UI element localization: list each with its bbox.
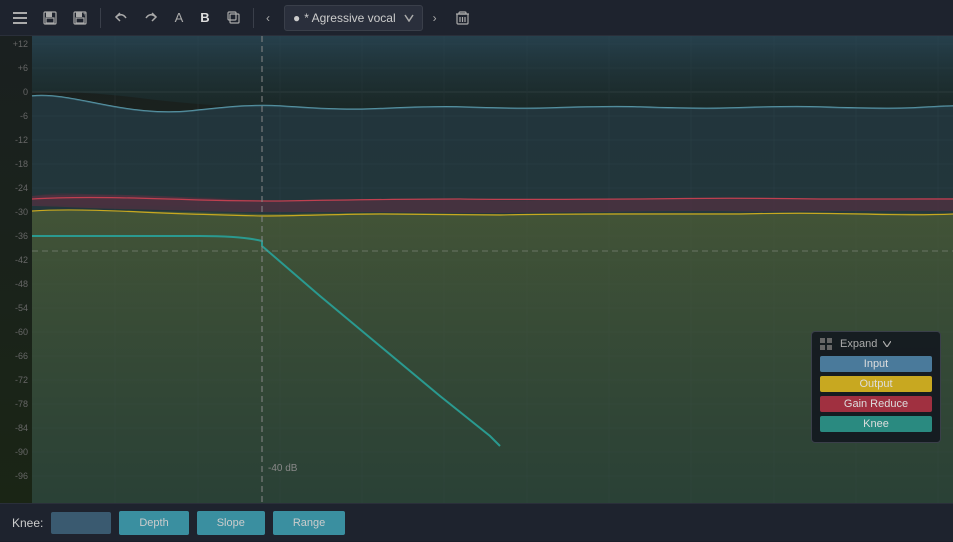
redo-button[interactable] [139, 6, 163, 30]
legend-item-input: Input [820, 356, 932, 372]
save-as-button[interactable]: + [68, 6, 92, 30]
divider-1 [100, 8, 101, 28]
svg-text:-66: -66 [15, 351, 28, 361]
svg-text:-90: -90 [15, 447, 28, 457]
menu-button[interactable] [8, 6, 32, 30]
svg-text:-54: -54 [15, 303, 28, 313]
chevron-down-icon [883, 341, 891, 347]
svg-text:-60: -60 [15, 327, 28, 337]
svg-text:-96: -96 [15, 471, 28, 481]
svg-text:-84: -84 [15, 423, 28, 433]
svg-text:+: + [83, 12, 87, 18]
legend-knee-color: Knee [820, 416, 932, 432]
expand-label: Expand [840, 338, 877, 350]
toolbar: + A B ‹ ● * Agressive vocal › [0, 0, 953, 36]
svg-text:-36: -36 [15, 231, 28, 241]
preset-name: * Agressive vocal [304, 11, 395, 25]
svg-text:-78: -78 [15, 399, 28, 409]
svg-text:-24: -24 [15, 183, 28, 193]
ab-a-button[interactable]: A [169, 6, 189, 30]
legend-gain-reduce-color: Gain Reduce [820, 396, 932, 412]
undo-button[interactable] [109, 6, 133, 30]
legend-panel: Expand Input Output Gain Reduce Knee [811, 331, 941, 443]
copy-button[interactable] [221, 6, 245, 30]
legend-output-color: Output [820, 376, 932, 392]
prev-preset-button[interactable]: ‹ [262, 9, 274, 27]
save-button[interactable] [38, 6, 62, 30]
svg-text:+6: +6 [18, 63, 28, 73]
preset-selector[interactable]: ● * Agressive vocal [284, 5, 423, 31]
next-preset-button[interactable]: › [429, 9, 441, 27]
legend-item-knee: Knee [820, 416, 932, 432]
svg-text:-72: -72 [15, 375, 28, 385]
ab-b-button[interactable]: B [195, 6, 215, 30]
chart-area[interactable]: +12 +6 0 -6 -12 -18 -24 -30 -36 -42 -48 … [0, 36, 953, 503]
svg-text:-6: -6 [20, 111, 28, 121]
svg-text:0: 0 [23, 87, 28, 97]
legend-item-gain-reduce: Gain Reduce [820, 396, 932, 412]
svg-text:-42: -42 [15, 255, 28, 265]
svg-text:-12: -12 [15, 135, 28, 145]
svg-text:-30: -30 [15, 207, 28, 217]
grid-icon [820, 338, 834, 350]
bottom-bar: Knee: Depth Slope Range [0, 503, 953, 541]
legend-item-output: Output [820, 376, 932, 392]
slope-button[interactable]: Slope [197, 511, 265, 535]
svg-text:-18: -18 [15, 159, 28, 169]
knee-value-display[interactable] [51, 512, 111, 534]
delete-preset-button[interactable] [451, 6, 475, 30]
svg-text:-40 dB: -40 dB [268, 463, 298, 474]
depth-button[interactable]: Depth [119, 511, 188, 535]
svg-text:+12: +12 [13, 39, 28, 49]
legend-input-color: Input [820, 356, 932, 372]
preset-star: ● [293, 11, 300, 25]
knee-label: Knee: [12, 516, 43, 530]
range-button[interactable]: Range [273, 511, 345, 535]
svg-text:-48: -48 [15, 279, 28, 289]
divider-2 [253, 8, 254, 28]
legend-expand[interactable]: Expand [820, 338, 932, 350]
